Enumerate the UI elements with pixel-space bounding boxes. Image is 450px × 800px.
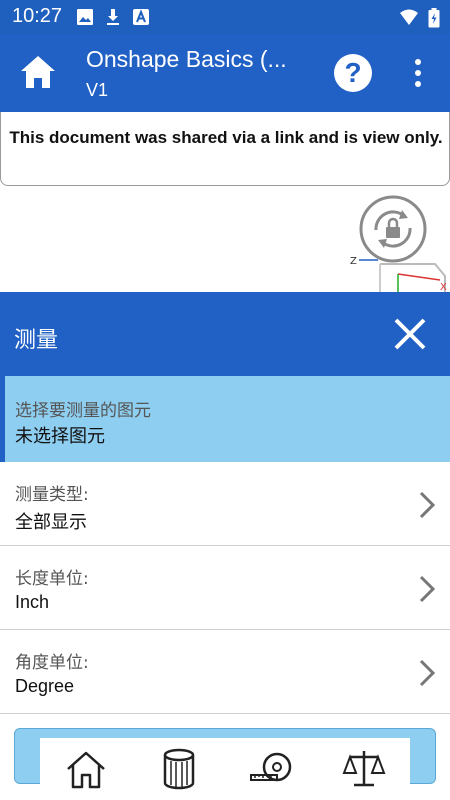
angle-unit-label: 角度单位: [15,653,89,673]
chevron-right-icon [419,575,436,603]
length-unit-label: 长度单位: [15,569,89,589]
model-viewport[interactable]: Z X [0,186,450,292]
selection-value: 未选择图元 [15,426,105,447]
bottom-navigation [40,738,410,800]
view-cube-triad-icon[interactable]: Z X [340,246,450,292]
balance-scale-icon[interactable] [340,745,388,793]
home-icon[interactable] [62,745,110,793]
help-button[interactable]: ? [334,54,372,92]
length-unit-value: Inch [15,592,50,612]
image-icon [77,9,93,25]
more-options-icon[interactable] [408,56,428,90]
selection-row[interactable]: 选择要测量的图元 未选择图元 [0,376,450,462]
measure-panel-header: 测量 [0,292,450,376]
status-bar: 10:27 [0,0,450,34]
download-icon [107,9,119,25]
document-version: V1 [86,80,109,100]
panel-title: 测量 [14,328,59,353]
length-unit-row[interactable]: 长度单位: Inch [0,546,450,630]
banner-text: This document was shared via a link and … [9,128,443,147]
home-icon[interactable] [18,52,58,92]
status-time: 10:27 [12,5,63,27]
font-icon [133,9,149,25]
view-only-banner: This document was shared via a link and … [0,112,450,186]
chevron-right-icon [419,491,436,519]
svg-text:X: X [440,282,447,292]
close-icon[interactable] [390,314,430,354]
document-title: Onshape Basics (... [86,46,287,72]
measure-type-row[interactable]: 测量类型: 全部显示 [0,462,450,546]
svg-text:Z: Z [350,256,357,267]
angle-unit-row[interactable]: 角度单位: Degree [0,630,450,714]
measure-tape-icon[interactable] [247,745,295,793]
measure-type-label: 测量类型: [15,485,89,505]
status-notification-icons [76,8,150,26]
mass-properties-icon[interactable] [155,745,203,793]
measure-type-value: 全部显示 [15,512,87,532]
angle-unit-value: Degree [15,676,75,696]
selection-label: 选择要测量的图元 [15,401,151,421]
status-system-icons [398,8,440,28]
wifi-icon [400,9,418,25]
battery-icon [428,8,440,28]
chevron-right-icon [419,659,436,687]
app-bar: Onshape Basics (... V1 ? [0,34,450,112]
